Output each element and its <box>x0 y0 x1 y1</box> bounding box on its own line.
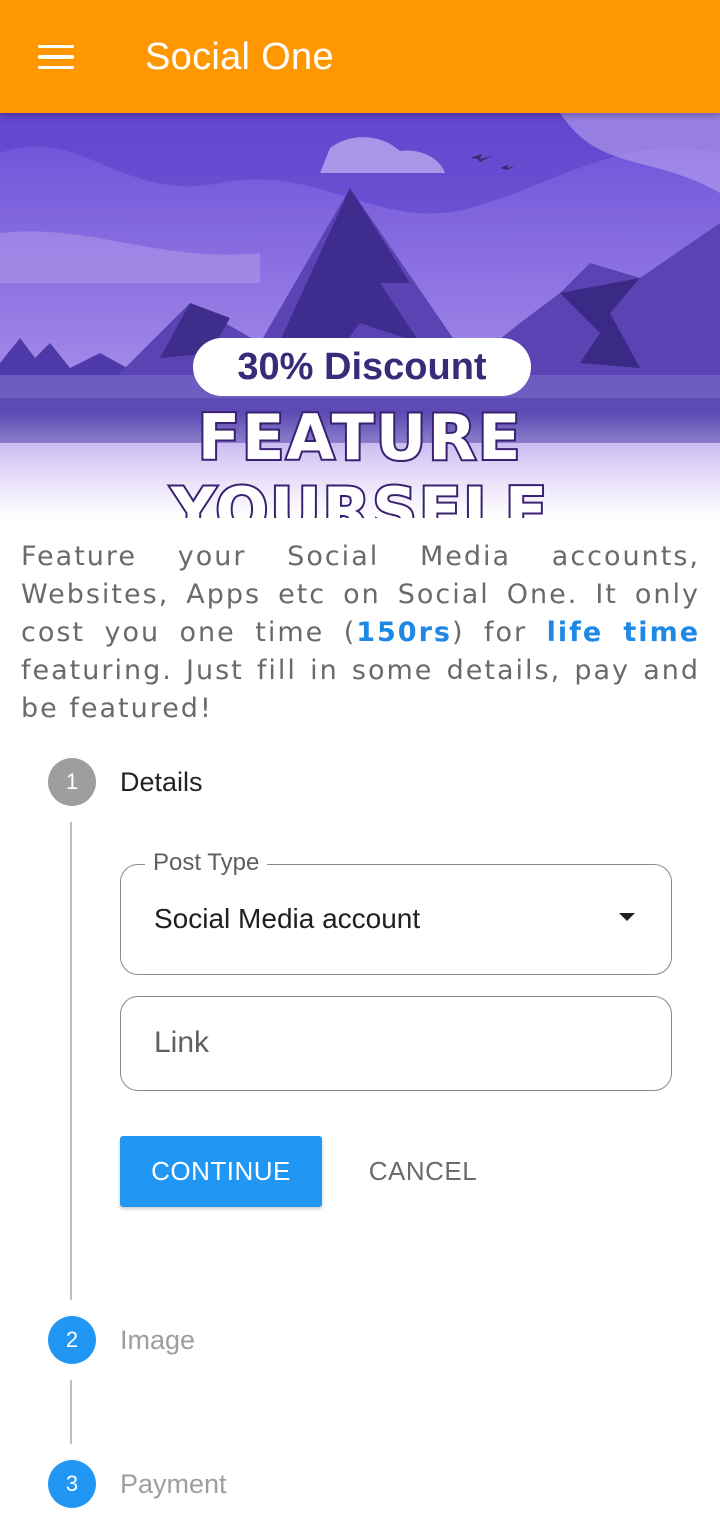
step-3-circle[interactable]: 3 <box>48 1460 96 1508</box>
app-bar: Social One <box>0 0 720 113</box>
duration-highlight: life time <box>546 617 701 648</box>
post-type-select[interactable]: Post Type Social Media account <box>120 849 672 975</box>
discount-badge: 30% Discount <box>193 338 531 396</box>
step-2-circle[interactable]: 2 <box>48 1316 96 1364</box>
cancel-button[interactable]: CANCEL <box>346 1136 500 1207</box>
stepper-connector <box>70 822 72 1300</box>
link-input[interactable]: Link <box>120 996 672 1091</box>
feature-description: Feature your Social Media accounts, Webs… <box>21 538 700 728</box>
app-title: Social One <box>145 36 334 78</box>
banner-headline: FEATURE YOURSELF <box>169 399 550 518</box>
promo-banner: 30% Discount FEATURE YOURSELF <box>0 113 720 518</box>
step-1-circle[interactable]: 1 <box>48 758 96 806</box>
post-type-value: Social Media account <box>154 903 421 934</box>
dropdown-arrow-icon[interactable] <box>619 913 635 921</box>
link-placeholder: Link <box>154 1026 210 1059</box>
description-text-3: featuring. Just fill in some details, pa… <box>21 655 700 724</box>
stepper-connector-2 <box>70 1380 72 1444</box>
step-1-label[interactable]: Details <box>120 767 203 798</box>
hamburger-menu-icon[interactable] <box>24 28 88 86</box>
post-type-label: Post Type <box>145 849 268 877</box>
step-3-label[interactable]: Payment <box>120 1469 227 1500</box>
price-highlight: 150rs <box>356 617 452 648</box>
description-text-2: ) for <box>451 617 547 648</box>
step-2-label[interactable]: Image <box>120 1325 195 1356</box>
continue-button[interactable]: CONTINUE <box>120 1136 322 1207</box>
